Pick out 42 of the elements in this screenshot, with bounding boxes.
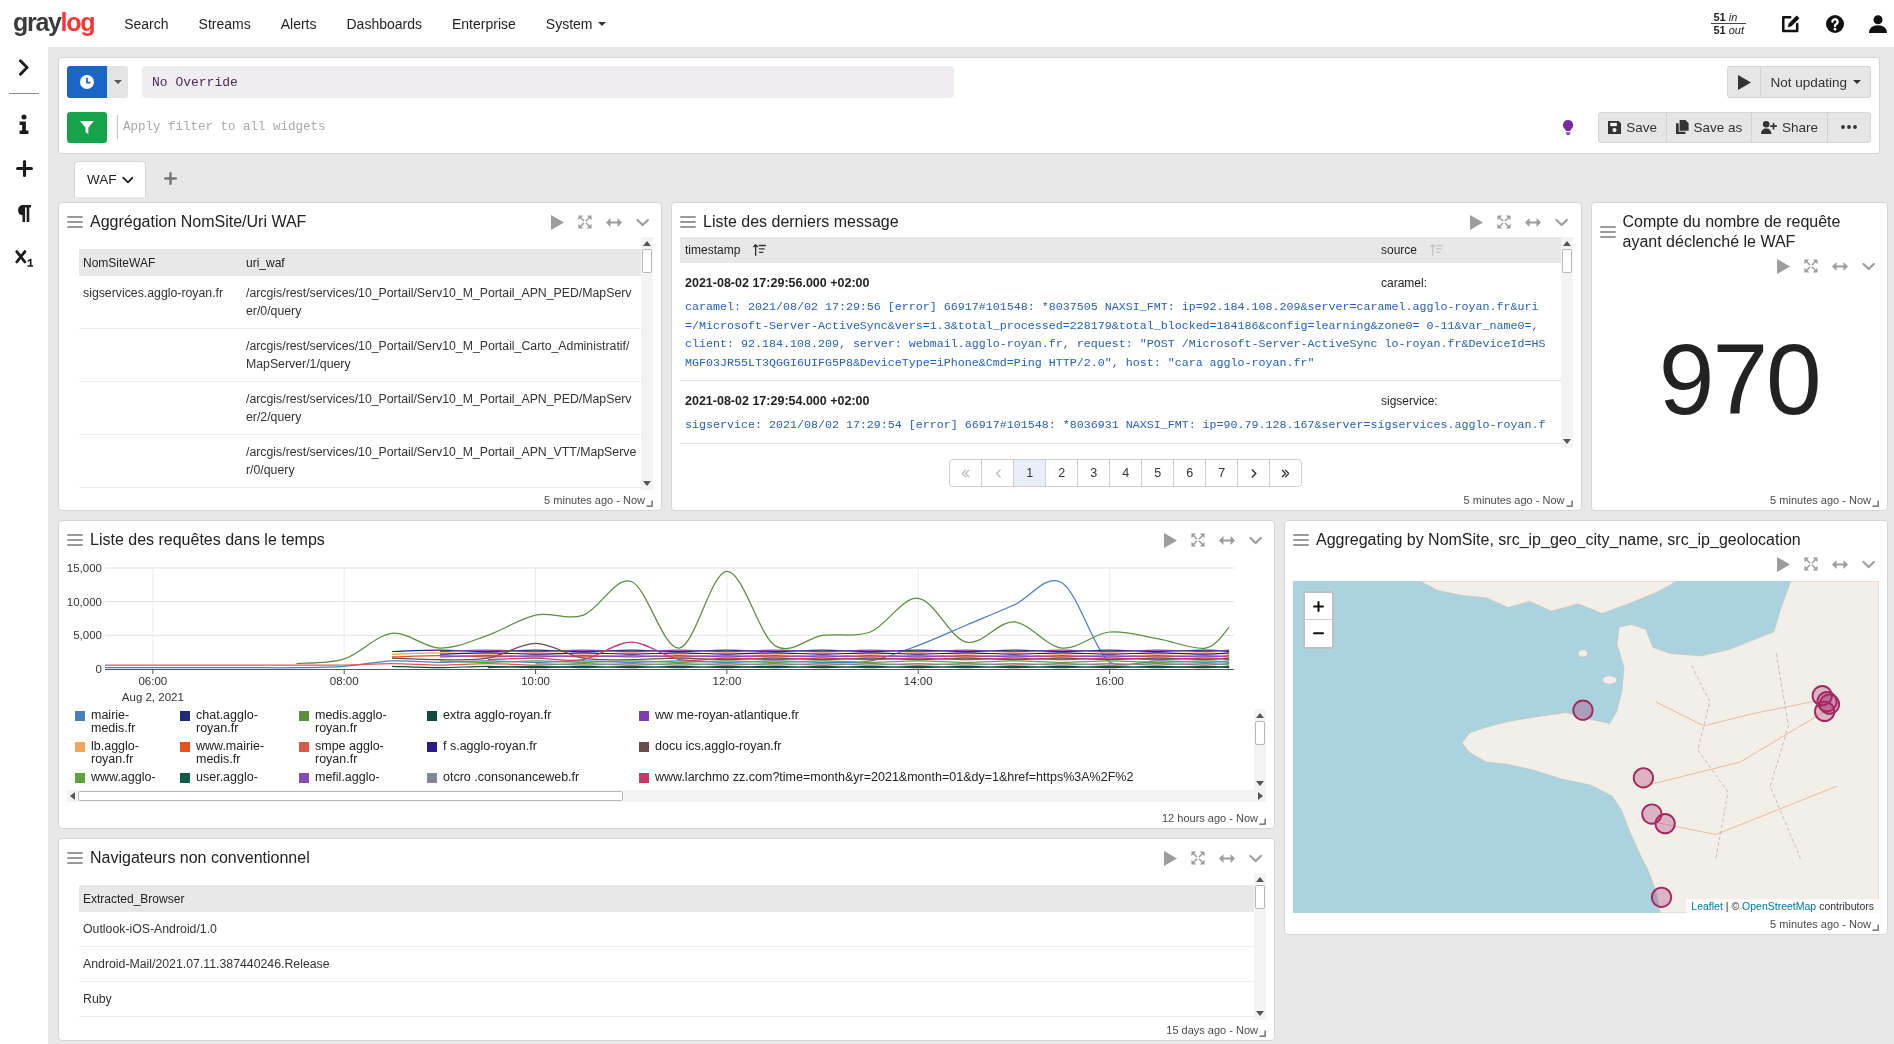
- x-axis-label: 08:00: [329, 675, 359, 687]
- y-axis-label: 0: [95, 663, 102, 675]
- message-timestamp: 2021-08-02 17:29:56.000 +02:00: [685, 275, 871, 292]
- column-header: Extracted_Browser: [79, 885, 1254, 912]
- map-attribution: Leaflet | © OpenStreetMap contributors: [1686, 899, 1879, 913]
- date-label: Aug 2, 2021: [121, 691, 184, 703]
- widget-title: Liste des derniers message: [703, 212, 899, 232]
- y-axis-label: 10,000: [67, 595, 102, 608]
- message-timestamp: 2021-08-02 17:29:54.000 +02:00: [685, 393, 871, 411]
- table-cell: Ruby: [79, 981, 1254, 1017]
- y-axis-label: 5,000: [73, 629, 102, 642]
- column-header: source: [1381, 243, 1418, 257]
- metric-value: 970: [1658, 328, 1820, 429]
- widget-title: Liste des requêtes dans le temps: [90, 530, 325, 550]
- throughput-reading: 51 out: [1712, 24, 1746, 36]
- x-axis-label: 06:00: [138, 675, 168, 687]
- widget-title: Aggregating by NomSite, src_ip_geo_city_name, src_ip_geolocation: [1316, 530, 1801, 550]
- widget-timestamp: 5 minutes ago - Now: [1770, 917, 1871, 931]
- widget-timestamp: 5 minutes ago - Now: [1463, 493, 1565, 507]
- x-axis-label: 14:00: [903, 675, 933, 687]
- widget-title: Aggrégation NomSite/Uri WAF: [90, 212, 307, 232]
- widget-timestamp: 12 hours ago - Now: [1162, 811, 1258, 825]
- column-header: NomSiteWAF: [79, 249, 242, 276]
- throughput-reading: 51 in: [1711, 11, 1746, 24]
- widget-timestamp: 5 minutes ago - Now: [544, 493, 645, 507]
- widget-timestamp: 15 days ago - Now: [1166, 1023, 1258, 1037]
- x-axis-label: 12:00: [712, 675, 742, 687]
- table-cell: Outlook-iOS-Android/1.0: [79, 912, 1254, 947]
- message-source: caramel:: [1381, 275, 1428, 292]
- y-axis-label: 15,000: [67, 562, 102, 574]
- column-header: uri_waf: [242, 249, 641, 276]
- log-message: caramel: 2021/08/02 17:29:56 [error] 66917#101548: *8037505 NAXSI_FMT: ip=92.184.108.209&server=caramel.agglo-royan.fr&uri=/Microsoft-Server-ActiveSync&vers=1.3&total_processed=228179&total_blocked=184186&config=learning&zone0= 0-11&var_name0=, client: 92.184.108.209, server: webmail.agglo-royan.fr, request: "POST /Microsoft-Server-ActiveSync lo-royan.fr&DeviceId=HSMGF03JR55LT3QGGI6UIFG5P8&DeviceType=iPhone&Cmd=Ping HTTP/2.0", host: "cara agglo-royan.fr": [685, 299, 1547, 372]
- column-header: timestamp: [685, 243, 741, 257]
- widget-title: Compte du nombre de requête ayant déclenché le WAF: [1622, 212, 1842, 252]
- x-axis-label: 16:00: [1095, 675, 1124, 687]
- table-cell: Android-Mail/2021.07.11.387440246.Release: [79, 946, 1254, 982]
- x-axis-label: 10:00: [521, 675, 550, 687]
- table-cell: sigservices.agglo-royan.fr: [79, 276, 242, 329]
- widget-title: Navigateurs non conventionnel: [90, 848, 310, 868]
- widget-timestamp: 5 minutes ago - Now: [1770, 493, 1871, 507]
- message-source: sigservice:: [1381, 393, 1439, 411]
- log-message: sigservice: 2021/08/02 17:29:54 [error] 66917#101548: *8036931 NAXSI_FMT: ip=90.79.128.167&server=sigservices.agglo-royan.f: [685, 417, 1547, 435]
